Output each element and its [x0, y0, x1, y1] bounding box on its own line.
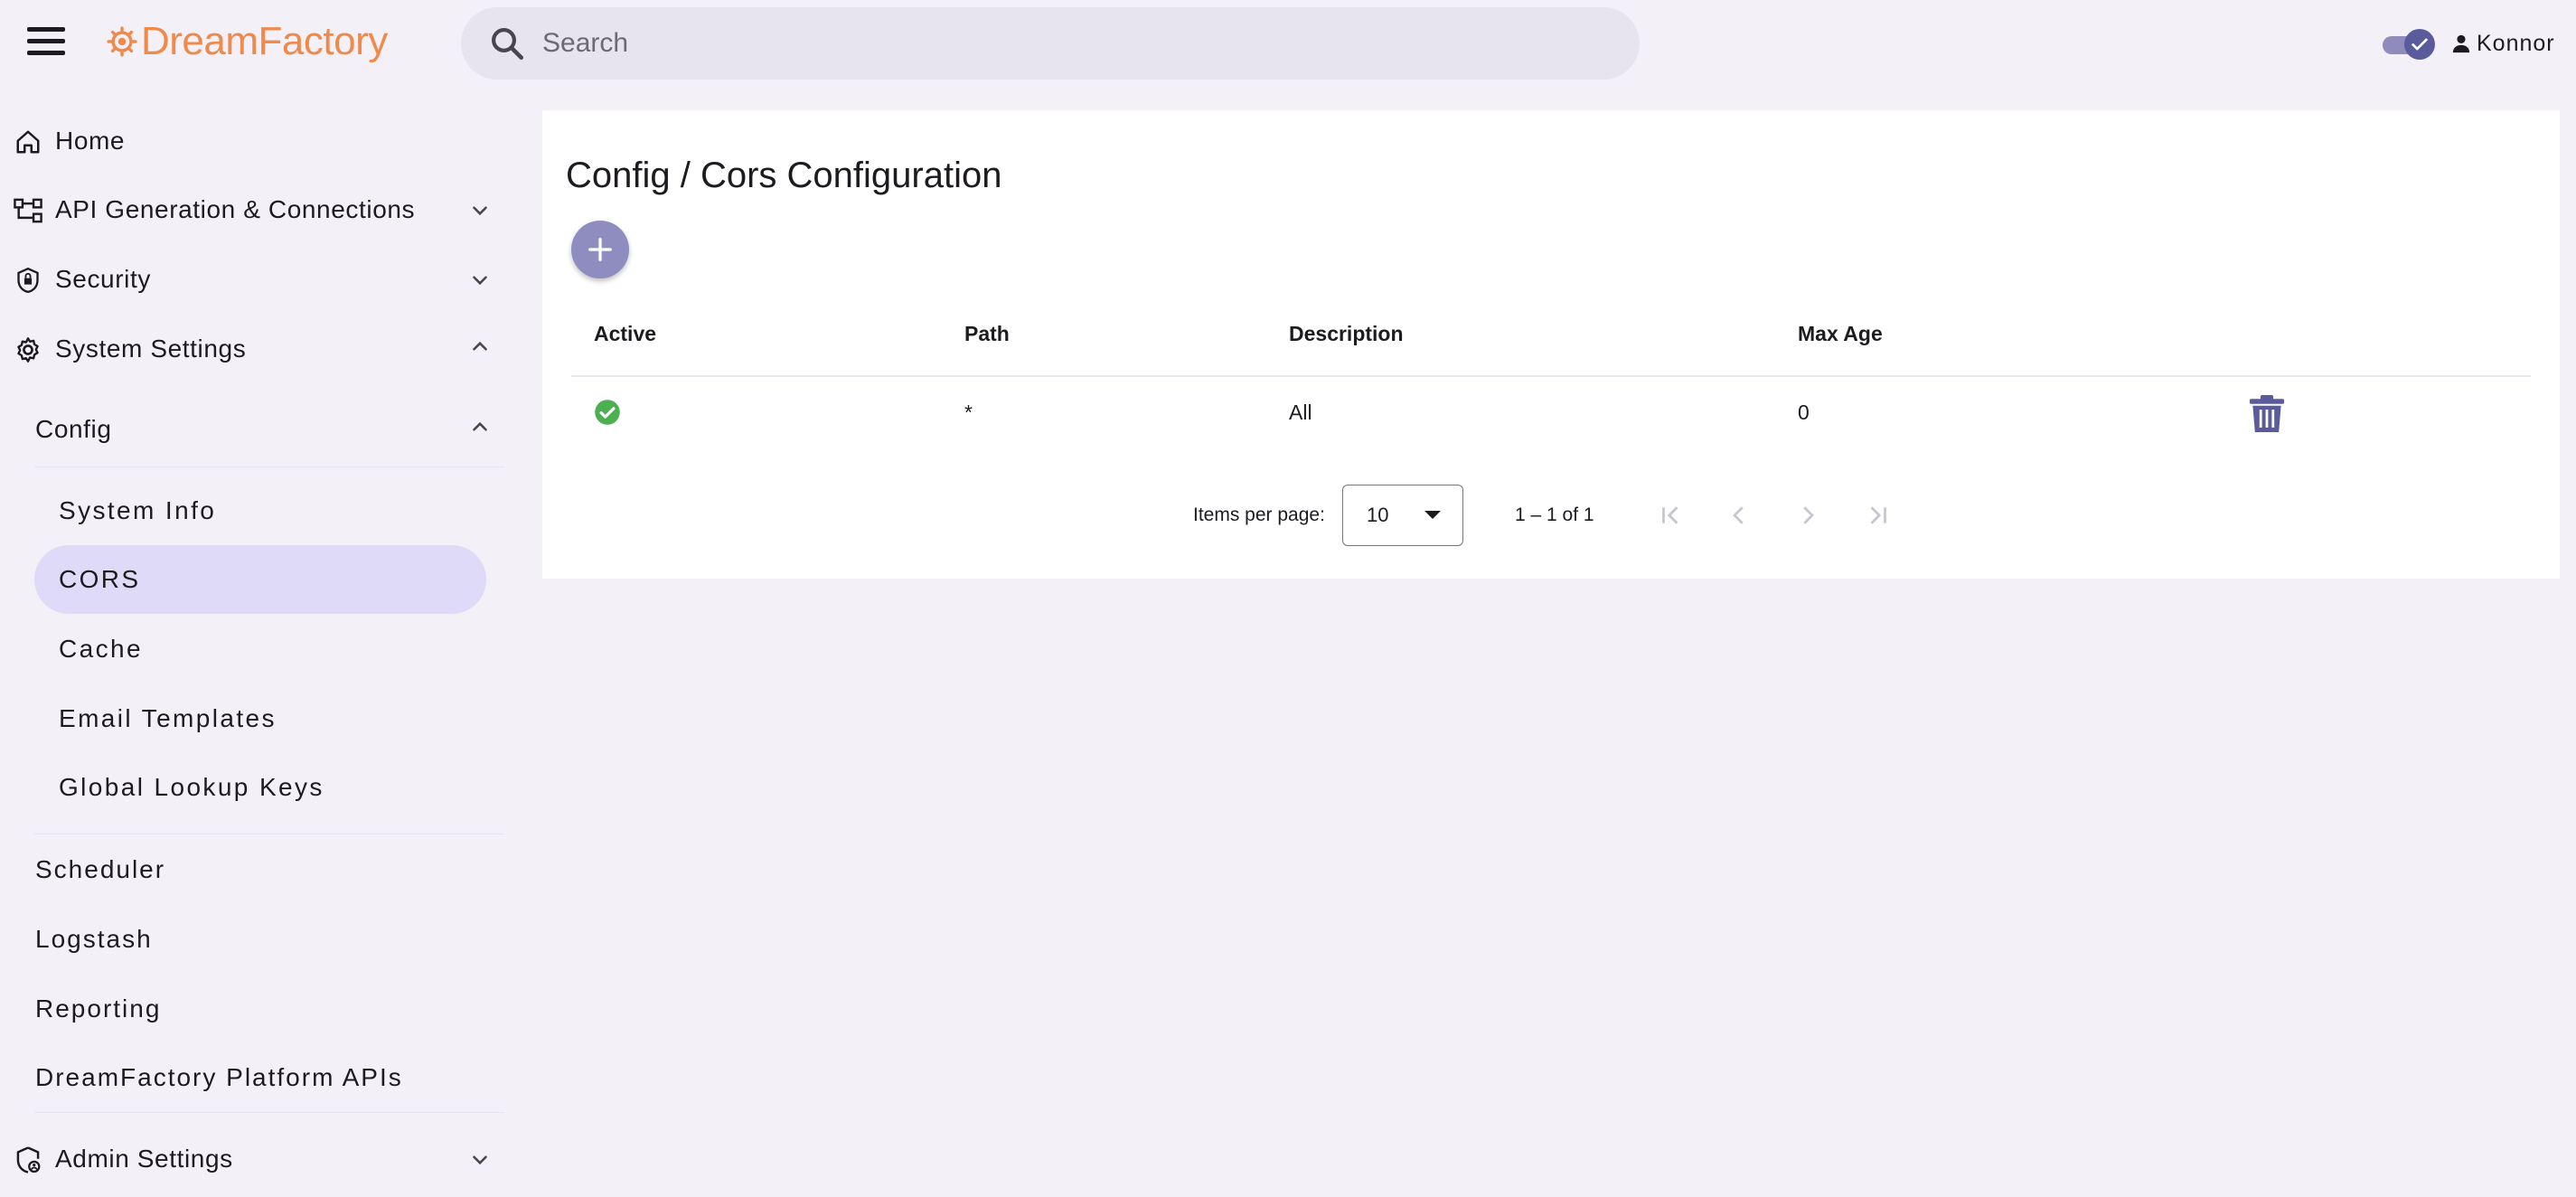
api-connections-icon — [13, 195, 43, 226]
sidebar-item-platform-apis[interactable]: DreamFactory Platform APIs — [0, 1045, 506, 1110]
sidebar-item-reporting[interactable]: Reporting — [0, 976, 506, 1041]
chevron-left-icon — [1733, 506, 1744, 524]
sidebar-item-cors[interactable]: CORS — [34, 545, 486, 614]
pagination-range: 1 – 1 of 1 — [1515, 504, 1594, 525]
search-bar[interactable] — [461, 7, 1640, 80]
chevron-down-icon — [473, 276, 487, 286]
sidebar-item-api-generation[interactable]: API Generation & Connections — [0, 177, 506, 242]
person-icon — [2452, 34, 2470, 53]
top-bar: DreamFactory Konnor — [0, 0, 2576, 87]
first-page-icon — [1662, 506, 1678, 524]
previous-page-button[interactable] — [1717, 494, 1761, 537]
admin-shield-icon — [13, 1145, 43, 1175]
check-circle-icon — [595, 400, 620, 425]
dreamfactory-logo[interactable]: DreamFactory — [107, 16, 388, 67]
items-per-page-label: Items per page: — [1193, 504, 1325, 525]
hamburger-menu-icon[interactable] — [27, 27, 65, 58]
sidebar-item-scheduler[interactable]: Scheduler — [0, 837, 506, 902]
sidebar-item-label: Email Templates — [59, 704, 277, 732]
sidebar-item-label: Security — [55, 265, 151, 293]
user-name: Konnor — [2477, 30, 2555, 56]
items-per-page-select[interactable]: 10 — [1342, 485, 1463, 546]
sidebar-item-global-lookup-keys[interactable]: Global Lookup Keys — [34, 753, 486, 822]
sidebar-item-label: Logstash — [35, 925, 153, 953]
chevron-up-icon — [473, 341, 487, 351]
sidebar-item-admin-settings[interactable]: Admin Settings — [0, 1126, 506, 1192]
check-icon — [2404, 29, 2435, 60]
sidebar-item-label: Home — [55, 127, 126, 155]
sidebar-item-label: System Info — [59, 496, 217, 524]
sidebar-item-label: Config — [35, 415, 112, 443]
search-input[interactable] — [541, 27, 1538, 60]
sidebar-nav: Home API Generation & Connections Securi… — [0, 87, 506, 1197]
column-header-description[interactable]: Description — [1289, 322, 1404, 346]
first-page-button[interactable] — [1649, 494, 1692, 537]
sidebar-item-label: Reporting — [35, 994, 162, 1023]
sidebar-item-label: API Generation & Connections — [55, 195, 416, 223]
cell-description[interactable]: All — [1289, 401, 1312, 425]
sidebar-item-label: DreamFactory Platform APIs — [35, 1063, 403, 1091]
logo-text: DreamFactory — [141, 19, 388, 63]
column-header-active[interactable]: Active — [594, 322, 656, 346]
user-menu[interactable]: Konnor — [2451, 27, 2555, 60]
sidebar-item-label: Cache — [59, 635, 143, 663]
trash-icon[interactable] — [2249, 394, 2285, 434]
sidebar-item-label: CORS — [59, 565, 141, 593]
items-per-page-value: 10 — [1367, 504, 1389, 526]
sidebar-item-label: System Settings — [55, 335, 247, 363]
sidebar-item-label: Scheduler — [35, 855, 166, 883]
plus-icon — [588, 238, 612, 261]
cell-max-age[interactable]: 0 — [1798, 401, 1810, 425]
cell-path[interactable]: * — [964, 401, 973, 425]
sidebar-item-label: Admin Settings — [55, 1145, 233, 1173]
table-divider — [571, 375, 2531, 377]
sidebar-item-config[interactable]: Config — [0, 397, 506, 462]
chevron-down-icon — [473, 1155, 487, 1165]
chevron-right-icon — [1803, 506, 1814, 524]
shield-icon — [13, 265, 43, 296]
gear-logo-icon — [107, 26, 137, 57]
sidebar-item-system-settings[interactable]: System Settings — [0, 316, 506, 382]
page-title: Config / Cors Configuration — [566, 156, 1002, 195]
sidebar-item-security[interactable]: Security — [0, 247, 506, 312]
next-page-button[interactable] — [1786, 494, 1829, 537]
sidebar-item-home[interactable]: Home — [0, 108, 506, 174]
search-icon[interactable] — [479, 15, 535, 71]
sidebar-item-system-info[interactable]: System Info — [34, 476, 486, 545]
theme-toggle[interactable] — [2379, 27, 2437, 60]
sidebar-item-email-templates[interactable]: Email Templates — [34, 684, 486, 753]
chevron-up-icon — [473, 421, 487, 431]
sidebar-item-label: Global Lookup Keys — [59, 773, 324, 801]
gear-icon — [13, 335, 43, 365]
column-header-path[interactable]: Path — [964, 322, 1010, 346]
sidebar-item-logstash[interactable]: Logstash — [0, 907, 506, 972]
chevron-down-icon — [473, 206, 487, 216]
cors-config-card: Config / Cors Configuration Active Path … — [542, 110, 2560, 579]
last-page-icon — [1870, 506, 1886, 524]
add-cors-button[interactable] — [571, 221, 629, 278]
home-icon — [13, 127, 43, 157]
dropdown-caret-icon — [1424, 511, 1441, 519]
column-header-max-age[interactable]: Max Age — [1798, 322, 1883, 346]
last-page-button[interactable] — [1857, 494, 1900, 537]
sidebar-item-cache[interactable]: Cache — [34, 615, 486, 683]
